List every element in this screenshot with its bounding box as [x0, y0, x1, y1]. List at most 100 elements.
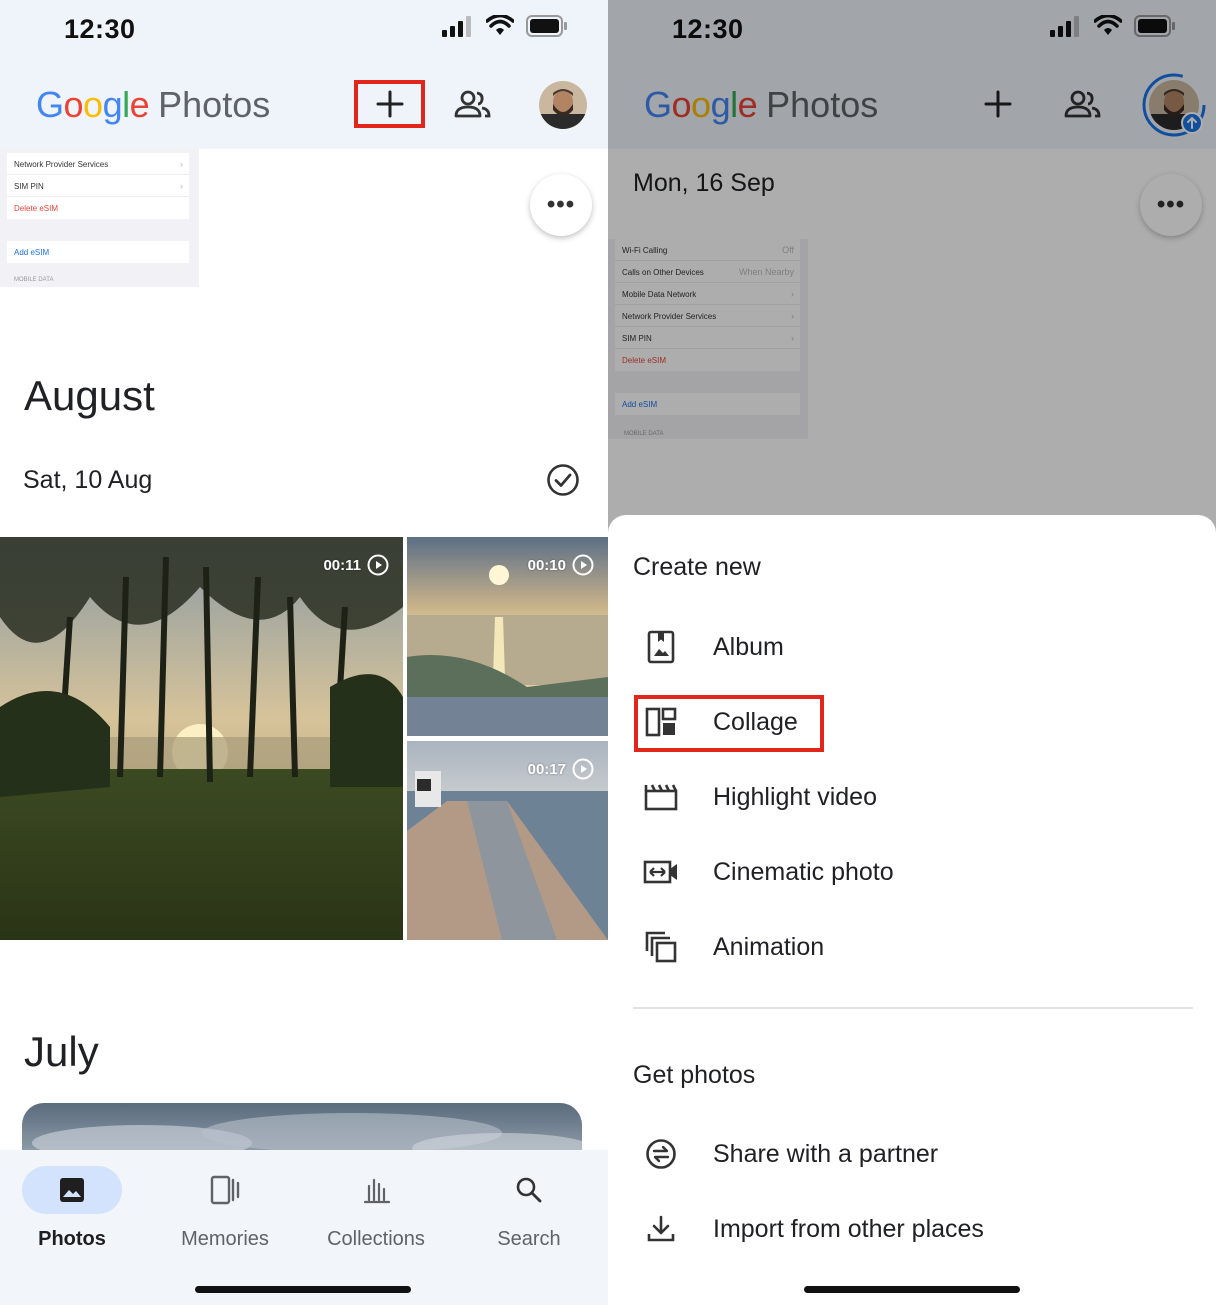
create-animation-item[interactable]: Animation — [633, 917, 1193, 977]
movie-icon — [644, 784, 678, 811]
nav-label: Memories — [181, 1228, 269, 1250]
screenshot: 12:30 Google Photos Network Provider Ser… — [0, 0, 1216, 1305]
chevron-right-icon: › — [180, 181, 183, 191]
video-duration: 00:17 — [528, 758, 594, 780]
memories-icon — [210, 1175, 240, 1205]
status-bar: 12:30 — [0, 0, 608, 60]
add-esim-card: Add eSIM — [7, 241, 189, 263]
nav-icon-wrap — [469, 1164, 589, 1216]
sheet-item-label: Share with a partner — [713, 1139, 939, 1168]
nav-memories[interactable]: Memories — [165, 1164, 285, 1251]
sheet-item-label: Album — [713, 632, 784, 661]
video-thumbnail[interactable]: 00:17 — [407, 741, 608, 940]
avatar-photo — [539, 81, 587, 129]
month-heading-july: July — [24, 1028, 99, 1075]
account-avatar[interactable] — [538, 80, 588, 130]
create-cinematic-photo-item[interactable]: Cinematic photo — [633, 842, 1193, 902]
more-options-button[interactable]: ••• — [530, 174, 592, 236]
video-thumbnail[interactable]: 00:11 — [0, 537, 403, 940]
download-icon — [647, 1215, 675, 1242]
search-icon — [516, 1177, 542, 1203]
cellular-signal-icon — [442, 16, 471, 37]
wifi-icon — [486, 15, 514, 35]
thumb-row: Delete eSIM — [7, 197, 189, 219]
play-icon — [572, 758, 594, 780]
bottom-navigation: Photos Memories Collections Search — [0, 1150, 608, 1305]
nav-photos[interactable]: Photos — [12, 1164, 132, 1251]
video-duration-text: 00:11 — [323, 556, 361, 574]
nav-active-pill — [22, 1166, 122, 1214]
sheet-item-label: Highlight video — [713, 782, 877, 811]
thumb-row-label: SIM PIN — [14, 182, 44, 191]
check-circle-icon — [547, 464, 579, 496]
play-icon — [572, 554, 594, 576]
sharing-button[interactable] — [448, 82, 498, 126]
month-heading-august: August — [24, 372, 155, 419]
photos-screen: 12:30 Google Photos Network Provider Ser… — [0, 0, 608, 1305]
section-divider — [633, 1007, 1193, 1009]
google-photos-logo: Google Photos — [36, 84, 270, 126]
video-duration-text: 00:17 — [527, 760, 566, 778]
status-icons — [442, 15, 568, 37]
thumb-row: Network Provider Services › — [7, 153, 189, 175]
create-album-item[interactable]: Album — [633, 617, 1193, 677]
thumb-row: Add eSIM — [14, 248, 50, 257]
partner-sharing-icon — [646, 1139, 676, 1169]
thumb-row-label: Network Provider Services — [14, 160, 109, 169]
animation-icon — [645, 931, 677, 963]
settings-card: Network Provider Services › SIM PIN › Dele… — [7, 153, 189, 219]
import-icon-wrap — [633, 1209, 689, 1249]
home-indicator — [804, 1286, 1020, 1293]
app-header: Google Photos — [0, 60, 608, 149]
nav-label: Photos — [38, 1228, 106, 1250]
cinematic-icon-wrap — [633, 852, 689, 892]
album-icon — [647, 630, 675, 664]
video-duration: 00:11 — [323, 554, 389, 576]
sheet-item-label: Animation — [713, 932, 825, 961]
animation-icon-wrap — [633, 927, 689, 967]
nav-label: Search — [497, 1228, 561, 1250]
thumb-row: SIM PIN › — [7, 175, 189, 197]
modal-scrim[interactable] — [608, 0, 1216, 540]
chevron-right-icon: › — [180, 159, 183, 169]
people-icon — [454, 90, 491, 118]
import-item[interactable]: Import from other places — [633, 1199, 1193, 1259]
get-photos-heading: Get photos — [633, 1061, 756, 1089]
status-time: 12:30 — [64, 14, 136, 44]
date-heading: Sat, 10 Aug — [23, 466, 153, 494]
photos-wordmark: Photos — [158, 84, 271, 125]
google-wordmark: Google — [36, 84, 150, 125]
thumb-section-label: MOBILE DATA — [14, 277, 54, 283]
create-new-screen: 12:30 Google Photos Mon, 16 Sep Wi-Fi Ca… — [608, 0, 1216, 1305]
create-new-heading: Create new — [633, 553, 761, 581]
cinematic-icon — [643, 860, 677, 884]
nav-icon-wrap — [316, 1164, 436, 1216]
album-icon-wrap — [633, 627, 689, 667]
battery-icon — [526, 15, 567, 37]
sunset-trees-image — [0, 537, 403, 940]
sheet-item-label: Import from other places — [713, 1214, 984, 1243]
highlight-video-icon-wrap — [633, 777, 689, 817]
collage-highlight — [634, 695, 824, 752]
sheet-item-label: Cinematic photo — [713, 857, 894, 886]
create-new-sheet: Create new Album Collage Highlight video — [608, 515, 1216, 1305]
nav-label: Collections — [327, 1228, 425, 1250]
create-button-highlight — [354, 80, 425, 128]
collections-icon — [363, 1178, 391, 1204]
nav-icon-wrap — [12, 1164, 132, 1216]
nav-icon-wrap — [165, 1164, 285, 1216]
create-highlight-video-item[interactable]: Highlight video — [633, 767, 1193, 827]
thumb-row-label: Delete eSIM — [14, 204, 59, 213]
home-indicator — [195, 1286, 411, 1293]
video-duration: 00:10 — [528, 554, 594, 576]
nav-collections[interactable]: Collections — [316, 1164, 436, 1251]
screenshot-thumbnail[interactable]: Network Provider Services › SIM PIN › Dele… — [0, 149, 199, 287]
video-duration-text: 00:10 — [527, 556, 566, 574]
nav-search[interactable]: Search — [469, 1164, 589, 1251]
photo-icon — [60, 1178, 84, 1202]
video-thumbnail[interactable]: 00:10 — [407, 537, 608, 736]
partner-icon-wrap — [633, 1134, 689, 1174]
select-day-button[interactable] — [545, 462, 581, 498]
play-icon — [367, 554, 389, 576]
share-with-partner-item[interactable]: Share with a partner — [633, 1124, 1193, 1184]
